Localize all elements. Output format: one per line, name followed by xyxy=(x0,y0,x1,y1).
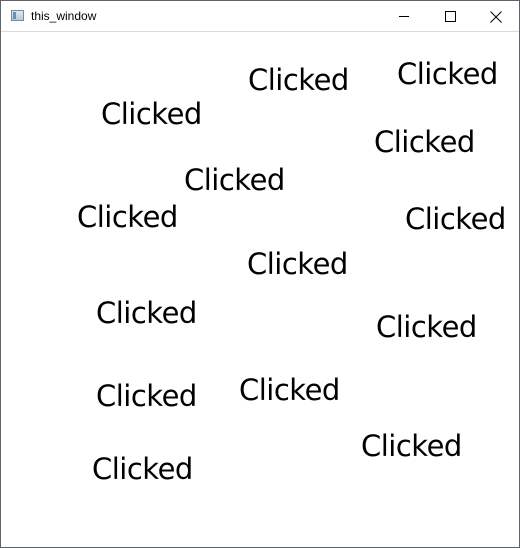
clicked-label: Clicked xyxy=(405,202,506,236)
clicked-label: Clicked xyxy=(376,310,477,344)
clicked-label: Clicked xyxy=(101,97,202,131)
app-window-icon xyxy=(11,10,24,21)
window-title: this_window xyxy=(31,9,97,23)
title-bar[interactable]: this_window xyxy=(1,1,519,32)
clicked-label: Clicked xyxy=(96,379,197,413)
clicked-label: Clicked xyxy=(397,57,498,91)
clicked-label: Clicked xyxy=(247,247,348,281)
clicked-label: Clicked xyxy=(184,163,285,197)
clicked-label: Clicked xyxy=(374,125,475,159)
clicked-label: Clicked xyxy=(239,373,340,407)
clicked-label: Clicked xyxy=(92,452,193,486)
clicked-label: Clicked xyxy=(96,296,197,330)
maximize-button[interactable] xyxy=(427,1,473,31)
minimize-button[interactable] xyxy=(381,1,427,31)
clicked-label: Clicked xyxy=(248,63,349,97)
clicked-label: Clicked xyxy=(77,200,178,234)
app-window: this_window Clicked Clicked Clicked Clic… xyxy=(0,0,520,548)
window-client-area[interactable]: Clicked Clicked Clicked Clicked Clicked … xyxy=(1,32,519,547)
clicked-label: Clicked xyxy=(361,429,462,463)
close-button[interactable] xyxy=(473,1,519,31)
